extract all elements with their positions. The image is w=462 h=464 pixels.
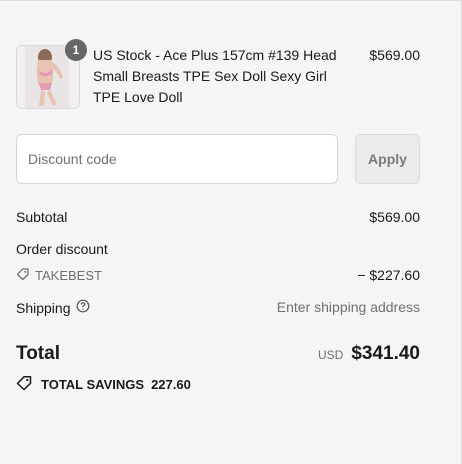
discount-code-label: TAKEBEST bbox=[16, 267, 102, 284]
discount-code-value: − $227.60 bbox=[357, 267, 420, 283]
quantity-badge: 1 bbox=[65, 39, 87, 61]
subtotal-value: $569.00 bbox=[369, 209, 420, 225]
shipping-label-group: Shipping bbox=[16, 299, 90, 316]
shipping-label: Shipping bbox=[16, 299, 71, 316]
discount-code-text: TAKEBEST bbox=[35, 268, 102, 283]
total-amount-group: USD $341.40 bbox=[318, 343, 420, 365]
total-currency: USD bbox=[317, 348, 344, 362]
subtotal-label: Subtotal bbox=[16, 209, 68, 225]
product-title: US Stock - Ace Plus 157cm #139 Head Smal… bbox=[93, 47, 337, 105]
total-savings: TOTAL SAVINGS 227.60 bbox=[16, 375, 191, 394]
top-divider bbox=[0, 0, 462, 1]
order-discount-label: Order discount bbox=[16, 241, 108, 257]
discount-code-input[interactable] bbox=[17, 135, 337, 183]
savings-amount: 227.60 bbox=[151, 377, 191, 392]
total-label: Total bbox=[16, 343, 60, 364]
shipping-value: Enter shipping address bbox=[276, 299, 420, 315]
help-circle-icon[interactable] bbox=[76, 299, 90, 316]
total-amount: $341.40 bbox=[351, 343, 420, 364]
tag-icon bbox=[16, 267, 30, 284]
discount-code-field[interactable] bbox=[16, 134, 338, 184]
savings-tag-icon bbox=[16, 375, 34, 394]
apply-button[interactable]: Apply bbox=[355, 134, 420, 184]
line-item: 1 US Stock - Ace Plus 157cm #139 Head Sm… bbox=[16, 39, 420, 111]
savings-label: TOTAL SAVINGS bbox=[41, 377, 145, 392]
product-price: $569.00 bbox=[369, 47, 420, 63]
